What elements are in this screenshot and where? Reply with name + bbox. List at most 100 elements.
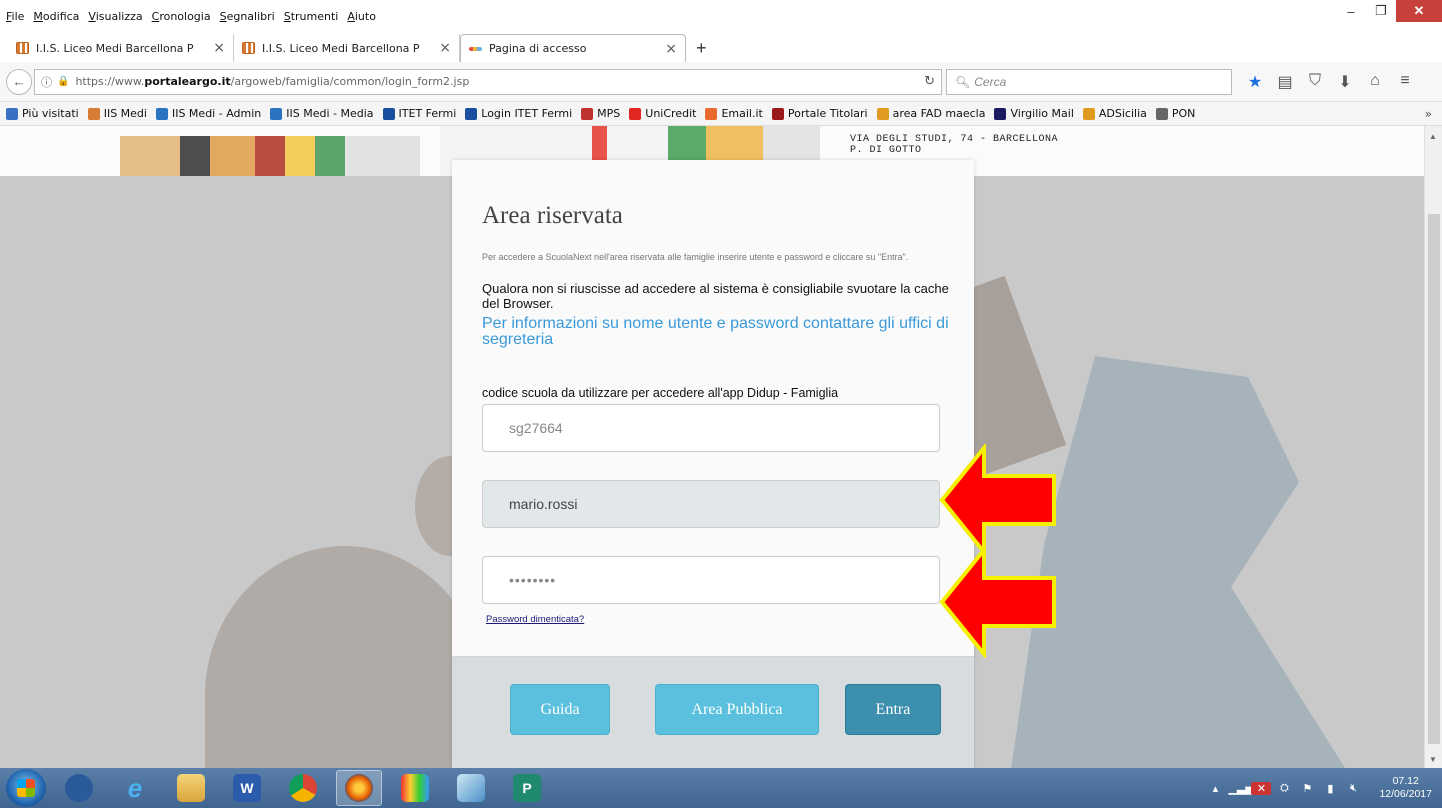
url-domain: portaleargo.it (144, 75, 231, 88)
bookmark-item[interactable]: IIS Medi - Media (270, 107, 374, 120)
info-link[interactable]: Per informazioni su nome utente e passwo… (482, 316, 952, 348)
close-window-icon[interactable]: ✕ (1396, 0, 1442, 22)
bookmark-label: IIS Medi - Media (286, 107, 374, 120)
tab-label: Pagina di accesso (489, 42, 587, 55)
entra-button[interactable]: Entra (846, 685, 940, 734)
bookmark-item[interactable]: area FAD maecla (876, 107, 986, 120)
forgot-password-link[interactable]: Password dimenticata? (486, 614, 584, 625)
school-code-field[interactable] (482, 404, 940, 452)
bookmarks-bar: Più visitati IIS Medi IIS Medi - Admin IIS … (0, 102, 1442, 126)
taskbar-file-explorer[interactable] (168, 770, 214, 806)
hamburger-menu-icon[interactable]: ≡ (1390, 72, 1420, 92)
bookmark-label: Più visitati (22, 107, 79, 120)
navigation-bar: ← ⓘ 🔒 https://www.portaleargo.it/argoweb… (0, 62, 1442, 102)
signal-icon[interactable]: ▁▃▅ (1228, 782, 1253, 795)
word-icon: W (233, 774, 261, 802)
bookmark-item[interactable]: Login ITET Fermi (465, 107, 572, 120)
bookmark-item[interactable]: Più visitati (6, 107, 79, 120)
bookmark-favicon-icon (1082, 107, 1095, 120)
bookmarks-overflow-icon[interactable]: » (1425, 107, 1432, 121)
banner-illustration (120, 136, 420, 176)
username-field[interactable] (482, 480, 940, 528)
clock[interactable]: 07.12 12/06/2017 (1379, 775, 1432, 801)
taskbar-thunderbird[interactable] (56, 770, 102, 806)
taskbar-chrome[interactable] (280, 770, 326, 806)
menu-visualizza[interactable]: Visualizza (88, 10, 142, 23)
tab-liceo-medi-2[interactable]: I.I.S. Liceo Medi Barcellona P × (234, 34, 460, 62)
search-placeholder: Cerca (974, 74, 1007, 89)
taskbar-publisher[interactable]: P (504, 770, 550, 806)
area-pubblica-button[interactable]: Area Pubblica (656, 685, 818, 734)
search-input[interactable]: 🔍︎ Cerca (946, 68, 1232, 95)
bookmark-label: MPS (597, 107, 621, 120)
tab-close-icon[interactable]: × (665, 41, 677, 57)
tray-expand-icon[interactable]: ▴ (1205, 782, 1225, 795)
school-code-label: codice scuola da utilizzare per accedere… (482, 386, 839, 400)
film-icon (401, 774, 429, 802)
bookmark-item[interactable]: Email.it (705, 107, 763, 120)
restore-icon[interactable]: ❐ (1366, 0, 1396, 22)
red-arrow-annotation-password (939, 546, 1056, 658)
info-icon[interactable]: ⓘ (41, 74, 52, 90)
tab-label: I.I.S. Liceo Medi Barcellona P (36, 41, 194, 55)
taskbar-word[interactable]: W (224, 770, 270, 806)
taskbar-internet-explorer[interactable]: e (112, 770, 158, 806)
bookmark-item[interactable]: ADSicilia (1082, 107, 1147, 120)
minimize-icon[interactable]: – (1336, 0, 1366, 22)
school-address-line: VIA DEGLI STUDI, 74 - BARCELLONA (850, 134, 1059, 145)
pocket-icon[interactable]: ⛉ (1300, 72, 1330, 92)
tab-pagina-di-accesso[interactable]: Pagina di accesso × (460, 34, 686, 62)
address-bar[interactable]: ⓘ 🔒 https://www.portaleargo.it/argoweb/f… (34, 68, 942, 95)
scroll-up-icon[interactable]: ▲ (1429, 132, 1437, 141)
page-scrollbar[interactable]: ▲ ▼ (1424, 126, 1442, 768)
reading-list-icon[interactable]: ▤ (1270, 72, 1300, 92)
tab-bar: I.I.S. Liceo Medi Barcellona P × I.I.S. … (0, 32, 1442, 62)
menu-strumenti[interactable]: Strumenti (284, 10, 339, 23)
password-field[interactable] (482, 556, 940, 604)
bookmark-label: area FAD maecla (892, 107, 986, 120)
taskbar-firefox[interactable] (336, 770, 382, 806)
menu-aiuto[interactable]: Aiuto (347, 10, 376, 23)
firefox-icon (345, 774, 373, 802)
bookmark-item[interactable]: IIS Medi (87, 107, 147, 120)
download-icon[interactable]: ⬇ (1330, 72, 1360, 92)
intro-text: Per accedere a ScuolaNext nell'area rise… (482, 252, 909, 262)
bookmark-label: IIS Medi (103, 107, 147, 120)
bookmark-item[interactable]: MPS (581, 107, 620, 120)
bookmark-item[interactable]: Portale Titolari (771, 107, 868, 120)
chrome-icon (289, 774, 317, 802)
taskbar-app[interactable] (448, 770, 494, 806)
bookmark-favicon-icon (771, 107, 784, 120)
scroll-down-icon[interactable]: ▼ (1429, 755, 1437, 764)
red-arrow-annotation-username (939, 444, 1056, 556)
menu-cronologia[interactable]: Cronologia (152, 10, 211, 23)
bookmark-favicon-icon (155, 107, 168, 120)
tab-liceo-medi-1[interactable]: I.I.S. Liceo Medi Barcellona P × (8, 34, 234, 62)
start-button[interactable] (6, 769, 46, 807)
menu-file[interactable]: File (6, 10, 24, 23)
tab-close-icon[interactable]: × (439, 40, 451, 56)
network-icon[interactable]: ⛭ (1274, 782, 1294, 795)
antivirus-icon[interactable]: ✕ (1251, 781, 1272, 795)
home-icon[interactable]: ⌂ (1360, 72, 1390, 92)
menu-modifica[interactable]: Modifica (33, 10, 79, 23)
bookmark-item[interactable]: Virgilio Mail (994, 107, 1074, 120)
tab-close-icon[interactable]: × (213, 40, 225, 56)
bookmark-star-icon[interactable]: ★ (1240, 72, 1270, 92)
bookmark-favicon-icon (876, 107, 889, 120)
guida-button[interactable]: Guida (511, 685, 609, 734)
menu-segnalibri[interactable]: Segnalibri (220, 10, 275, 23)
taskbar-media-app[interactable] (392, 770, 438, 806)
bookmark-item[interactable]: ITET Fermi (382, 107, 456, 120)
battery-icon[interactable]: ▮ (1320, 782, 1340, 795)
volume-muted-icon[interactable]: 🔇︎ (1343, 782, 1363, 795)
bookmark-item[interactable]: PON (1155, 107, 1195, 120)
back-arrow-icon[interactable]: ← (6, 68, 32, 95)
new-tab-button[interactable]: + (686, 38, 717, 62)
flag-icon[interactable]: ⚑ (1297, 782, 1317, 795)
bookmark-item[interactable]: IIS Medi - Admin (155, 107, 261, 120)
bookmark-item[interactable]: UniCredit (629, 107, 696, 120)
bookmark-label: ADSicilia (1098, 107, 1147, 120)
reload-icon[interactable]: ↻ (924, 74, 935, 89)
scroll-thumb[interactable] (1428, 214, 1440, 744)
